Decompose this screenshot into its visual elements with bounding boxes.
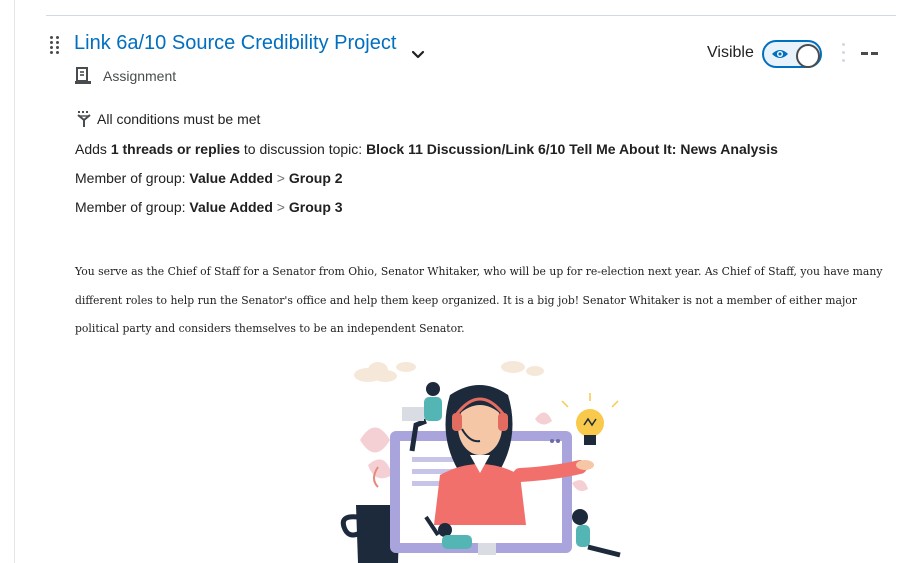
more-options-icon[interactable] (842, 43, 846, 65)
condition-group-2: Member of group: Value Added > Group 2 (75, 170, 343, 186)
eye-icon (772, 50, 788, 58)
condition-group-3: Member of group: Value Added > Group 3 (75, 199, 343, 215)
visibility-label: Visible (707, 44, 754, 61)
item-type: Assignment (75, 66, 176, 86)
drag-handle-icon[interactable] (50, 36, 60, 56)
dash-mark (861, 52, 868, 55)
conditions-header: All conditions must be met (75, 110, 260, 128)
conditions-header-label: All conditions must be met (97, 111, 261, 127)
conditions-icon (77, 111, 91, 127)
item-title-link[interactable]: Link 6a/10 Source Credibility Project (74, 32, 396, 55)
assignment-icon (75, 67, 91, 84)
top-divider (46, 15, 896, 16)
item-description: You serve as the Chief of Staff for a Se… (75, 265, 883, 335)
item-type-label: Assignment (103, 68, 177, 84)
visibility-toggle[interactable] (762, 40, 822, 68)
chief-of-staff-illustration (340, 361, 621, 563)
toggle-knob (796, 44, 820, 68)
dash-mark (871, 52, 878, 55)
left-border (14, 0, 15, 563)
condition-discussion: Adds 1 threads or replies to discussion … (75, 141, 778, 157)
chevron-down-icon[interactable] (410, 49, 426, 61)
